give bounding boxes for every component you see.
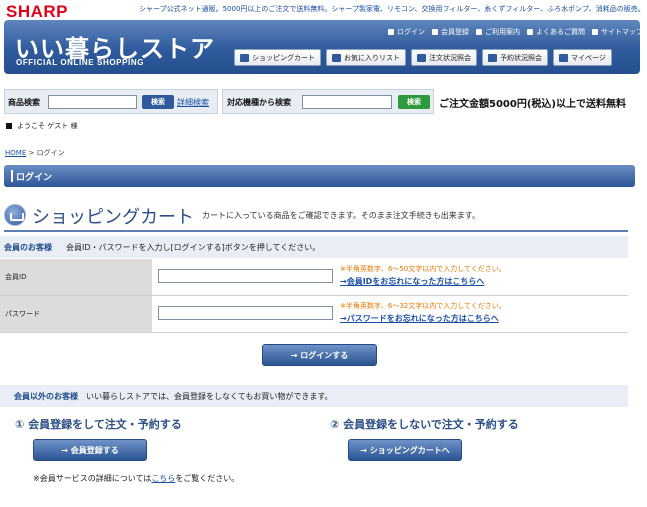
mypage-nav-label: マイページ xyxy=(571,53,606,62)
favorites-nav-button[interactable]: お気に入りリスト xyxy=(326,49,406,66)
footnote-post: をご覧ください。 xyxy=(175,474,240,483)
cart-nav-label: ショッピングカート xyxy=(252,53,315,62)
cart-title: ショッピングカート xyxy=(32,207,194,228)
password-label: パスワード xyxy=(0,296,152,332)
model-search-label: 対応機種から検索 xyxy=(227,98,291,107)
detail-search-link[interactable]: 詳細検索 xyxy=(177,97,209,108)
header-tagline: シャープ公式ネット通販。5000円以上のご注文で送料無料。シャープ製家電、リモコ… xyxy=(139,5,645,13)
password-input[interactable] xyxy=(158,306,333,320)
login-button[interactable]: → ログインする xyxy=(262,344,377,366)
member-id-row: 会員ID ※半角英数字、6～50文字以内で入力してください。 →会員IDをお忘れ… xyxy=(0,259,628,296)
favorites-nav-label: お気に入りリスト xyxy=(344,53,400,62)
model-search-input[interactable] xyxy=(302,95,392,109)
order-status-nav-label: 注文状況照会 xyxy=(429,53,471,62)
to-cart-button[interactable]: → ショッピングカートへ xyxy=(348,439,462,461)
document-icon xyxy=(417,53,426,62)
member-service-note: ※会員サービスの詳細についてはこちらをご覧ください。 xyxy=(33,473,239,484)
sitemap-link[interactable]: サイトマップ xyxy=(592,27,643,37)
nonmember-heading: 会員以外のお客様 xyxy=(14,391,78,401)
nonmember-section-header: 会員以外のお客様 いい暮らしストアでは、会員登録をしなくてもお買い物ができます。 xyxy=(0,385,628,407)
top-links: ログイン 会員登録 ご利用案内 よくあるご質問 サイトマップ xyxy=(388,27,643,37)
password-row: パスワード ※半角英数字、6～32文字以内で入力してください。 →パスワードをお… xyxy=(0,296,628,333)
forgot-id-link[interactable]: →会員IDをお忘れになった方はこちらへ xyxy=(340,276,484,287)
breadcrumb-current: ログイン xyxy=(36,149,65,157)
option2-title: ② 会員登録をしないで注文・予約する xyxy=(330,418,519,431)
member-id-note: ※半角英数字、6～50文字以内で入力してください。 xyxy=(340,265,506,273)
reservation-status-nav-label: 予約状況照会 xyxy=(500,53,542,62)
register-button[interactable]: → 会員登録する xyxy=(33,439,147,461)
nonmember-description: いい暮らしストアでは、会員登録をしなくてもお買い物ができます。 xyxy=(86,391,333,401)
mypage-nav-button[interactable]: マイページ xyxy=(553,49,612,66)
cart-icon xyxy=(4,204,26,226)
reservation-status-nav-button[interactable]: 予約状況照会 xyxy=(482,49,548,66)
user-icon xyxy=(559,53,568,62)
product-search-input[interactable] xyxy=(48,95,137,109)
faq-link[interactable]: よくあるご質問 xyxy=(527,27,585,37)
member-id-label: 会員ID xyxy=(0,259,152,295)
store-logo-sub: OFFICIAL ONLINE SHOPPING xyxy=(16,58,145,67)
member-heading: 会員のお客様 xyxy=(4,242,52,252)
guide-link[interactable]: ご利用案内 xyxy=(476,27,520,37)
page-title-bar: ログイン xyxy=(4,165,635,187)
register-link[interactable]: 会員登録 xyxy=(432,27,469,37)
divider xyxy=(4,230,628,232)
cart-nav-button[interactable]: ショッピングカート xyxy=(234,49,321,66)
sharp-logo[interactable]: SHARP xyxy=(6,2,68,22)
order-status-nav-button[interactable]: 注文状況照会 xyxy=(411,49,477,66)
forgot-password-link[interactable]: →パスワードをお忘れになった方はこちらへ xyxy=(340,313,499,324)
list-icon xyxy=(488,53,497,62)
footnote-link[interactable]: こちら xyxy=(151,474,175,483)
cart-description: カートに入っている商品をご確認できます。そのまま注文手続きも出来ます。 xyxy=(202,211,480,220)
breadcrumb-home[interactable]: HOME xyxy=(5,149,26,157)
member-instruction: 会員ID・パスワードを入力し[ログインする]ボタンを押してください。 xyxy=(66,242,321,252)
member-section-header: 会員のお客様 会員ID・パスワードを入力し[ログインする]ボタンを押してください… xyxy=(0,235,628,258)
footnote-pre: ※会員サービスの詳細については xyxy=(33,474,152,483)
login-link[interactable]: ログイン xyxy=(388,27,425,37)
model-search-button[interactable]: 検索 xyxy=(398,95,430,109)
option1-title: ① 会員登録をして注文・予約する xyxy=(15,418,182,431)
product-search-label: 商品検索 xyxy=(8,98,40,107)
member-id-input[interactable] xyxy=(158,269,333,283)
password-note: ※半角英数字、6～32文字以内で入力してください。 xyxy=(340,302,506,310)
free-shipping-notice: ご注文金額5000円(税込)以上で送料無料 xyxy=(439,99,626,110)
breadcrumb-sep: > xyxy=(28,149,35,157)
cart-icon xyxy=(240,53,249,62)
product-search-button[interactable]: 検索 xyxy=(142,95,174,109)
checkbox-icon xyxy=(332,53,341,62)
welcome-message: ようこそ ゲスト 様 xyxy=(6,121,77,131)
breadcrumb: HOME > ログイン xyxy=(5,148,65,158)
header-nav: ショッピングカート お気に入りリスト 注文状況照会 予約状況照会 マイページ xyxy=(234,49,612,66)
